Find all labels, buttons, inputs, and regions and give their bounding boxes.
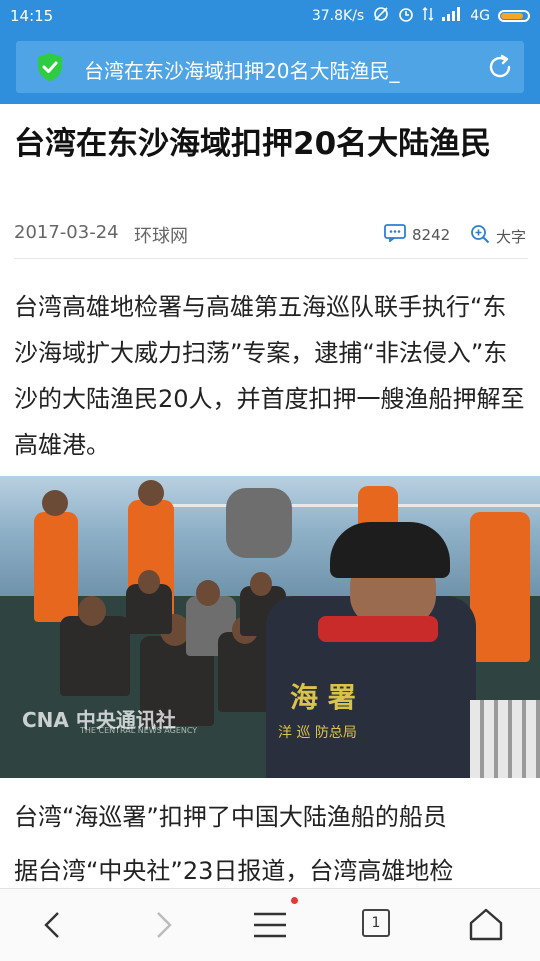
page-title-in-address-bar[interactable]: 台湾在东沙海域扣押20名大陆渔民_ — [84, 55, 464, 84]
photo-head — [138, 570, 160, 594]
sync-icon — [372, 6, 390, 26]
status-indicators: 37.8K/s 4G — [312, 6, 530, 26]
photo-caption: 台湾“海巡署”扣押了中国大陆渔船的船员 — [14, 803, 447, 831]
article-date: 2017-03-24 — [14, 222, 119, 243]
signal-icon — [442, 7, 462, 25]
photo-head — [78, 596, 106, 626]
article-source[interactable]: 环球网 — [134, 222, 188, 248]
photo-guard-collar — [318, 616, 438, 642]
status-time: 14:15 — [10, 7, 54, 25]
photo-guard-cap — [330, 522, 450, 578]
alarm-icon — [398, 6, 414, 26]
photo-person-guard-left — [34, 512, 78, 622]
reload-icon[interactable] — [486, 53, 514, 81]
comment-count: 8242 — [412, 226, 451, 244]
battery-icon — [498, 10, 530, 22]
menu-icon[interactable] — [250, 905, 290, 945]
bottom-navigation: 1 — [0, 888, 540, 961]
data-transfer-icon — [422, 6, 434, 26]
photo-ladder — [470, 700, 540, 778]
font-size-label: 大字 — [496, 227, 527, 246]
forward-chevron-icon[interactable] — [142, 905, 182, 945]
network-type: 4G — [470, 8, 490, 24]
photo-head — [42, 490, 68, 516]
photo-head — [196, 580, 220, 606]
photo-person-guard-right — [470, 512, 530, 662]
photo-head — [250, 572, 272, 596]
network-speed: 37.8K/s — [311, 8, 365, 24]
address-bar[interactable]: 台湾在东沙海域扣押20名大陆渔民_ — [16, 41, 524, 93]
divider — [14, 258, 528, 259]
back-chevron-icon[interactable] — [34, 905, 74, 945]
comments-button[interactable]: 8242 — [384, 224, 450, 246]
photo-watermark-sub: THE CENTRAL NEWS AGENCY — [80, 726, 198, 735]
zoom-in-icon — [470, 224, 490, 248]
photo-head — [138, 480, 164, 506]
comment-icon — [384, 224, 406, 246]
tab-count-button[interactable]: 1 — [362, 909, 390, 937]
photo-vest-subtext: 洋 巡 防总局 — [278, 725, 357, 741]
browser-toolbar: 台湾在东沙海域扣押20名大陆渔民_ — [0, 32, 540, 104]
article-paragraph-2: 据台湾“中央社”23日报道，台湾高雄地检 — [14, 857, 454, 885]
photo-vest-text: 海 署 — [290, 681, 356, 714]
notification-dot — [291, 897, 298, 904]
photo-cargo — [226, 488, 292, 558]
article-meta: 2017-03-24 环球网 8242 大字 — [14, 222, 528, 248]
status-bar: 14:15 37.8K/s 4G — [0, 0, 540, 32]
shield-check-icon[interactable] — [36, 52, 64, 82]
article-title: 台湾在东沙海域扣押20名大陆渔民 — [14, 126, 492, 162]
battery-fill — [501, 13, 524, 19]
font-size-button[interactable]: 大字 — [470, 224, 526, 248]
photo-detainee — [60, 616, 130, 696]
home-icon[interactable] — [466, 905, 506, 945]
article-photo[interactable]: 海 署 洋 巡 防总局 CNA 中央通讯社 THE CENTRAL NEWS A… — [0, 476, 540, 778]
article-paragraph-1: 台湾高雄地检署与高雄第五海巡队联手执行“东沙海域扩大威力扫荡”专案，逮捕“非法侵… — [14, 293, 525, 459]
